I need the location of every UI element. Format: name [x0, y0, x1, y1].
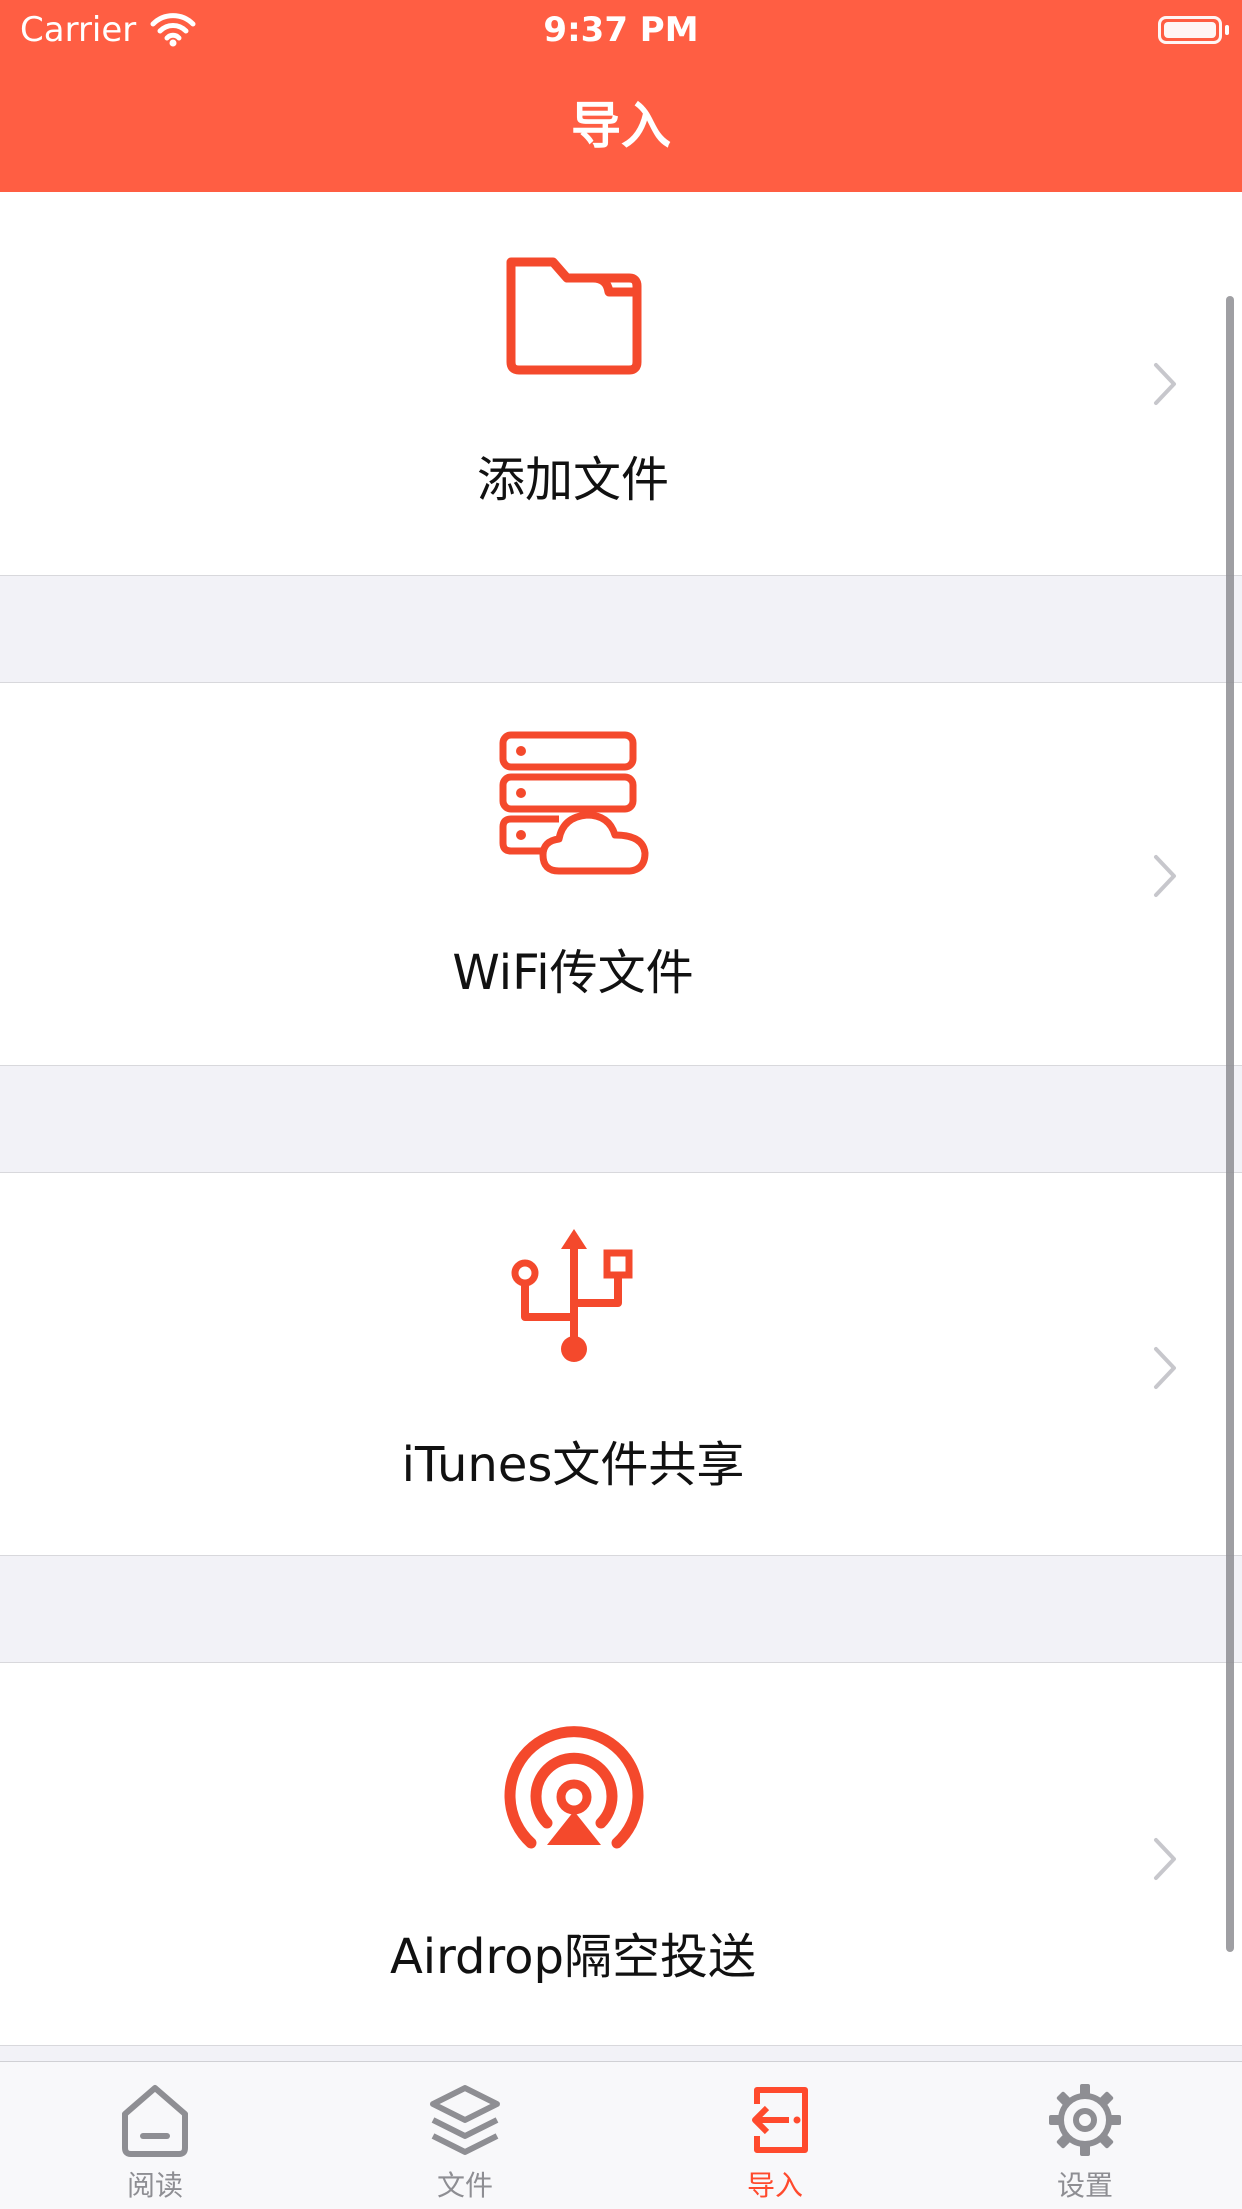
itunes-sharing-row[interactable]: iTunes文件共享 [0, 1172, 1242, 1556]
add-files-row[interactable]: 添加文件 [0, 192, 1242, 576]
home-icon [122, 2085, 188, 2157]
tab-bar: 阅读 文件 导入 设置 [0, 2061, 1242, 2209]
tab-import-label: 导入 [746, 2169, 803, 2202]
itunes-sharing-label: iTunes文件共享 [401, 1437, 745, 1493]
battery-tip [1225, 25, 1229, 35]
chevron-right-icon [1154, 855, 1176, 897]
section-gap [0, 1066, 1242, 1172]
tab-settings[interactable]: 设置 [930, 2062, 1240, 2209]
wifi-transfer-label: WiFi传文件 [452, 945, 694, 1001]
airdrop-label: Airdrop隔空投送 [389, 1929, 757, 1985]
battery-icon [1158, 16, 1222, 44]
import-options-list: 添加文件 WiFi传文件 iTunes文件共享 Airdrop隔空投送 [0, 192, 1242, 2046]
navigation-header: Carrier 9:37 PM 导入 [0, 0, 1242, 192]
tab-files[interactable]: 文件 [310, 2062, 620, 2209]
tab-reading[interactable]: 阅读 [0, 2062, 310, 2209]
chevron-right-icon [1154, 363, 1176, 405]
wifi-transfer-row[interactable]: WiFi传文件 [0, 682, 1242, 1066]
airdrop-row[interactable]: Airdrop隔空投送 [0, 1662, 1242, 2046]
chevron-right-icon [1154, 1838, 1176, 1880]
status-time: 9:37 PM [543, 10, 699, 50]
layers-icon [430, 2085, 500, 2155]
import-icon [752, 2087, 808, 2153]
status-bar: Carrier 9:37 PM [0, 0, 1242, 60]
airdrop-icon [504, 1726, 644, 1849]
tab-settings-label: 设置 [1056, 2169, 1113, 2202]
tab-files-label: 文件 [436, 2169, 493, 2202]
section-gap [0, 1556, 1242, 1662]
gear-icon [1049, 2084, 1121, 2156]
usb-icon [511, 1229, 633, 1362]
page-title: 导入 [571, 97, 671, 155]
chevron-right-icon [1154, 1347, 1176, 1389]
section-gap [0, 576, 1242, 682]
tab-import[interactable]: 导入 [620, 2062, 930, 2209]
add-files-label: 添加文件 [476, 452, 669, 508]
folder-icon [506, 257, 642, 375]
server-cloud-icon [499, 731, 649, 875]
vertical-scrollbar[interactable] [1226, 296, 1234, 1952]
tab-reading-label: 阅读 [126, 2169, 183, 2202]
